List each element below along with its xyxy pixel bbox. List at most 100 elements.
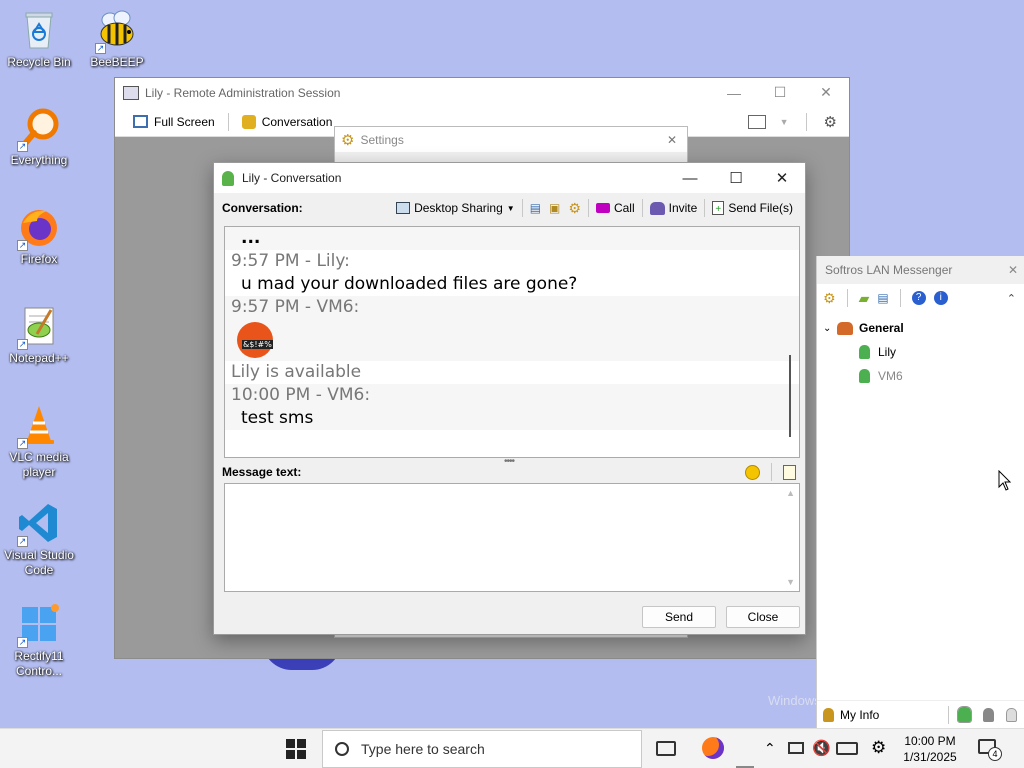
notifications-button[interactable]: 4 xyxy=(978,739,1002,761)
full-screen-button[interactable]: Full Screen xyxy=(123,115,225,129)
clock[interactable]: 10:00 PM 1/31/2025 xyxy=(898,733,962,765)
notepadpp-icon: ↗ xyxy=(17,304,61,350)
chevron-up-icon[interactable]: ⌃ xyxy=(764,740,776,757)
status-available-icon[interactable] xyxy=(957,706,972,723)
message-body: test sms xyxy=(225,407,799,430)
chevron-down-icon[interactable]: ▼ xyxy=(780,117,789,127)
template-icon[interactable] xyxy=(783,464,796,480)
windows-watermark: Windows xyxy=(768,693,821,708)
desktop-icon-rectify11[interactable]: ↗ Rectify11 Contro... xyxy=(1,602,77,679)
user-row-vm6[interactable]: VM6 xyxy=(817,364,1024,388)
contact-tree: ⌄ General Lily VM6 xyxy=(817,312,1024,388)
volume-muted-icon[interactable]: 🔇 xyxy=(812,739,831,757)
emoji-message: &$!#% xyxy=(225,319,799,361)
send-button[interactable]: Send xyxy=(642,606,716,628)
chat-scrollbar[interactable] xyxy=(789,355,791,437)
shortcut-arrow-icon: ↗ xyxy=(17,536,28,547)
maximize-button[interactable]: ☐ xyxy=(757,78,803,107)
group-row-general[interactable]: ⌄ General xyxy=(817,316,1024,340)
conversation-titlebar[interactable]: Lily - Conversation — ☐ ✕ xyxy=(214,163,805,193)
toolbar-divider xyxy=(948,705,949,724)
send-file-icon: + xyxy=(712,201,725,215)
network-icon[interactable] xyxy=(788,742,804,754)
desktop-icon-firefox[interactable]: ↗ Firefox xyxy=(1,205,77,267)
gear-icon[interactable]: ⚙ xyxy=(871,738,886,758)
window-title: Lily - Remote Administration Session xyxy=(145,85,341,100)
start-button[interactable] xyxy=(286,739,306,759)
history-icon[interactable]: ▤ xyxy=(877,291,888,305)
status-offline-icon[interactable] xyxy=(1006,707,1017,722)
info-icon[interactable]: i xyxy=(933,291,948,305)
shortcut-arrow-icon: ↗ xyxy=(17,141,28,152)
chevron-down-icon: ▼ xyxy=(506,203,515,213)
mouse-cursor-icon xyxy=(998,469,1012,495)
toolbar-divider xyxy=(641,199,643,217)
shortcut-arrow-icon: ↗ xyxy=(17,637,28,648)
desktop-sharing-icon xyxy=(396,202,411,214)
folder-icon[interactable]: ▰ xyxy=(859,290,870,307)
clock-time: 10:00 PM xyxy=(904,734,956,748)
message-text-label: Message text: xyxy=(222,465,302,479)
desktop-icon-notepadpp[interactable]: ↗ Notepad++ xyxy=(1,304,77,366)
remote-admin-titlebar[interactable]: Lily - Remote Administration Session — ☐… xyxy=(115,78,849,107)
gear-icon: ⚙ xyxy=(341,131,355,149)
invite-button[interactable]: Invite xyxy=(646,201,702,215)
maximize-button[interactable]: ☐ xyxy=(713,164,759,193)
desktop-icon-beebeep[interactable]: ↗ BeeBEEP xyxy=(79,8,155,70)
help-icon[interactable]: ? xyxy=(911,291,926,305)
smiley-icon[interactable] xyxy=(745,464,760,480)
status-away-icon[interactable] xyxy=(983,707,994,722)
minimize-button[interactable]: — xyxy=(667,164,713,193)
clock-date: 1/31/2025 xyxy=(903,750,957,764)
close-button[interactable]: ✕ xyxy=(759,164,805,193)
shortcut-arrow-icon: ↗ xyxy=(17,240,28,251)
desktop-sharing-button[interactable]: Desktop Sharing ▼ xyxy=(392,201,519,215)
call-button[interactable]: Call xyxy=(592,201,639,215)
minimize-button[interactable]: — xyxy=(711,78,757,107)
notification-count-badge: 4 xyxy=(988,747,1002,761)
conversation-button[interactable]: Conversation xyxy=(232,114,343,129)
desktop-icon-label: Rectify11 Contro... xyxy=(14,649,64,678)
close-button[interactable]: ✕ xyxy=(667,133,677,147)
toolbar-divider xyxy=(587,199,589,217)
contact-card-icon[interactable]: ▣ xyxy=(545,201,564,215)
conversation-toolbar: Conversation: Desktop Sharing ▼ ▤ ▣ ⚙ Ca… xyxy=(214,193,805,223)
scroll-down-icon[interactable]: ▼ xyxy=(786,577,795,587)
video-call-icon xyxy=(595,203,610,213)
message-input[interactable]: ▲ ▼ xyxy=(224,483,800,592)
scroll-up-icon[interactable]: ▲ xyxy=(786,488,795,498)
user-row-lily[interactable]: Lily xyxy=(817,340,1024,364)
close-button[interactable]: Close xyxy=(726,606,800,628)
monitor-icon xyxy=(123,85,139,100)
task-view-icon[interactable] xyxy=(656,741,676,756)
gear-icon[interactable]: ⚙ xyxy=(823,290,836,307)
close-icon[interactable]: ✕ xyxy=(1008,263,1018,277)
desktop-icon-vlc[interactable]: ↗ VLC media player xyxy=(1,403,77,480)
message-header: 9:57 PM - Lily: xyxy=(231,251,350,271)
firefox-taskbar-icon[interactable] xyxy=(702,737,724,759)
user-online-icon xyxy=(859,369,870,383)
keyboard-icon[interactable] xyxy=(836,742,858,755)
desktop-icon-vscode[interactable]: ↗ Visual Studio Code xyxy=(1,501,77,578)
message-body: u mad your downloaded files are gone? xyxy=(241,274,578,294)
settings-titlebar[interactable]: ⚙ Settings ✕ xyxy=(335,127,687,152)
history-icon[interactable]: ▤ xyxy=(526,201,545,215)
desktop-icon-everything[interactable]: ↗ Everything xyxy=(1,106,77,168)
softros-header[interactable]: Softros LAN Messenger ✕ xyxy=(817,256,1024,284)
softros-footer: My Info xyxy=(817,700,1024,728)
taskbar-search-box[interactable]: Type here to search xyxy=(322,730,642,768)
chevron-up-icon[interactable]: ⌃ xyxy=(1007,292,1016,305)
send-files-button[interactable]: + Send File(s) xyxy=(708,201,797,215)
gear-icon[interactable]: ⚙ xyxy=(564,200,585,217)
toolbar-divider xyxy=(521,199,523,217)
vlc-cone-icon: ↗ xyxy=(17,403,61,449)
user-icon xyxy=(222,170,234,186)
my-info-button[interactable]: My Info xyxy=(840,708,879,722)
display-select-icon[interactable] xyxy=(747,114,766,129)
close-button[interactable]: ✕ xyxy=(803,78,849,107)
gear-icon[interactable]: ⚙ xyxy=(824,113,837,131)
desktop-icon-recycle-bin[interactable]: Recycle Bin xyxy=(1,8,77,70)
chat-history[interactable]: ... 9:57 PM - Lily: u mad your downloade… xyxy=(224,226,800,458)
message-header: 9:57 PM - VM6: xyxy=(225,296,799,319)
softros-toolbar: ⚙ ▰ ▤ ? i ⌃ xyxy=(817,284,1024,312)
